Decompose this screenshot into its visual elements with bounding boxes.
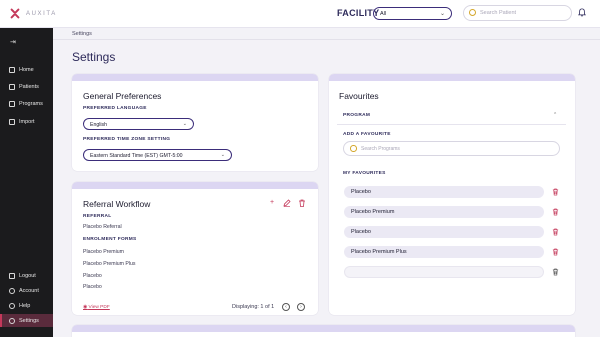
language-label: PREFERRED LANGUAGE [83, 106, 147, 111]
sidebar-item-logout[interactable]: Logout [0, 269, 53, 282]
section-divider [337, 124, 566, 125]
referral-value: Placebo Referral [83, 224, 122, 230]
favourite-item-empty[interactable] [344, 266, 544, 278]
breadcrumb-divider [53, 39, 600, 40]
sidebar-item-label: Import [19, 118, 35, 125]
collapse-sidebar-icon[interactable]: ⇥ [10, 38, 16, 46]
chevron-down-icon: ⌄ [182, 121, 187, 127]
add-icon[interactable]: + [268, 199, 276, 207]
language-select[interactable]: English ⌄ [83, 118, 194, 130]
sidebar-item-patients[interactable]: Patients [0, 80, 53, 93]
patient-search-placeholder: Search Patient [480, 10, 517, 16]
card-band [329, 74, 575, 81]
general-preferences-title: General Preferences [83, 91, 162, 101]
logo-text: AUXITA [26, 11, 57, 17]
trash-icon[interactable] [552, 268, 559, 276]
program-label[interactable]: PROGRAM [343, 113, 370, 118]
logo[interactable]: AUXITA [10, 8, 57, 20]
sidebar-item-label: Patients [19, 83, 39, 90]
program-search-placeholder: Search Programs [361, 146, 400, 152]
enrolment-form-item[interactable]: Placebo [83, 284, 102, 290]
sidebar-item-label: Home [19, 66, 34, 73]
sidebar-item-label: Logout [19, 272, 36, 279]
home-icon [9, 66, 15, 73]
favourite-item[interactable]: Placebo Premium [344, 206, 544, 218]
sidebar-item-label: Settings [19, 317, 39, 324]
trash-icon[interactable] [552, 208, 559, 216]
favourite-item[interactable]: Placebo [344, 186, 544, 198]
card-band [72, 182, 318, 189]
facility-value: All [380, 11, 387, 17]
trash-icon[interactable] [552, 248, 559, 256]
breadcrumb: Settings [72, 31, 92, 37]
top-bar: AUXITA FACILITY All ⌄ Search Patient [0, 0, 600, 28]
bell-icon[interactable] [578, 8, 586, 17]
referral-workflow-title: Referral Workflow [83, 199, 151, 209]
trash-icon[interactable] [552, 188, 559, 196]
referral-workflow-card: Referral Workflow + REFERRAL Placebo Ref… [72, 182, 318, 315]
add-favourite-label: ADD A FAVOURITE [343, 132, 391, 137]
enrolment-form-item[interactable]: Placebo Premium Plus [83, 261, 135, 267]
chevron-down-icon: ⌄ [439, 11, 445, 17]
enrolment-forms-label: ENROLMENT FORMS [83, 237, 137, 242]
logo-icon [10, 8, 22, 20]
patients-icon [9, 83, 15, 90]
eye-icon: ◉ [83, 305, 88, 310]
programs-icon [9, 100, 15, 107]
previous-page-button[interactable]: ‹ [282, 303, 290, 311]
view-pdf-link[interactable]: ◉ View PDF [83, 305, 110, 310]
timezone-label: PREFERRED TIME ZONE SETTING [83, 137, 171, 142]
logout-icon [9, 272, 15, 279]
view-pdf-label: View PDF [88, 305, 110, 310]
gear-icon [9, 317, 15, 324]
sidebar-item-home[interactable]: Home [0, 63, 53, 76]
favourite-item[interactable]: Placebo Premium Plus [344, 246, 544, 258]
sidebar-item-help[interactable]: Help [0, 299, 53, 312]
sidebar-item-account[interactable]: Account [0, 284, 53, 297]
page-title: Settings [72, 50, 116, 64]
trash-icon[interactable] [298, 199, 306, 207]
next-section-card [72, 325, 575, 337]
trash-icon[interactable] [552, 228, 559, 236]
next-page-button[interactable]: › [297, 303, 305, 311]
sidebar: ⇥ Home Patients Programs Import Logout A… [0, 28, 53, 337]
my-favourites-label: MY FAVOURITES [343, 171, 386, 176]
chevron-up-icon[interactable]: ⌃ [553, 112, 557, 118]
facility-select[interactable]: All ⌄ [373, 7, 452, 20]
patient-search-input[interactable]: Search Patient [463, 5, 572, 21]
general-preferences-card: General Preferences PREFERRED LANGUAGE E… [72, 74, 318, 171]
sidebar-item-label: Account [19, 287, 39, 294]
language-value: English [90, 122, 108, 128]
chevron-down-icon: ⌄ [220, 152, 225, 158]
sidebar-item-label: Programs [19, 100, 43, 107]
sidebar-item-programs[interactable]: Programs [0, 97, 53, 110]
sidebar-item-settings[interactable]: Settings [0, 314, 53, 327]
account-icon [9, 287, 15, 294]
sidebar-item-import[interactable]: Import [0, 115, 53, 128]
edit-icon[interactable] [283, 199, 291, 207]
favourites-title: Favourites [339, 91, 379, 101]
card-band [72, 74, 318, 81]
help-icon [9, 302, 15, 309]
referral-label: REFERRAL [83, 214, 112, 219]
timezone-select[interactable]: Eastern Standard Time (EST) GMT-5:00 ⌄ [83, 149, 232, 161]
enrolment-form-item[interactable]: Placebo Premium [83, 249, 124, 255]
search-icon [350, 145, 357, 152]
pagination-text: Displaying: 1 of 1 [232, 304, 275, 310]
import-icon [9, 118, 15, 125]
enrolment-form-item[interactable]: Placebo [83, 273, 102, 279]
timezone-value: Eastern Standard Time (EST) GMT-5:00 [90, 153, 183, 159]
card-band [72, 325, 575, 332]
search-icon [469, 9, 476, 16]
favourite-item[interactable]: Placebo [344, 226, 544, 238]
program-search-input[interactable]: Search Programs [343, 141, 560, 156]
sidebar-item-label: Help [19, 302, 31, 309]
